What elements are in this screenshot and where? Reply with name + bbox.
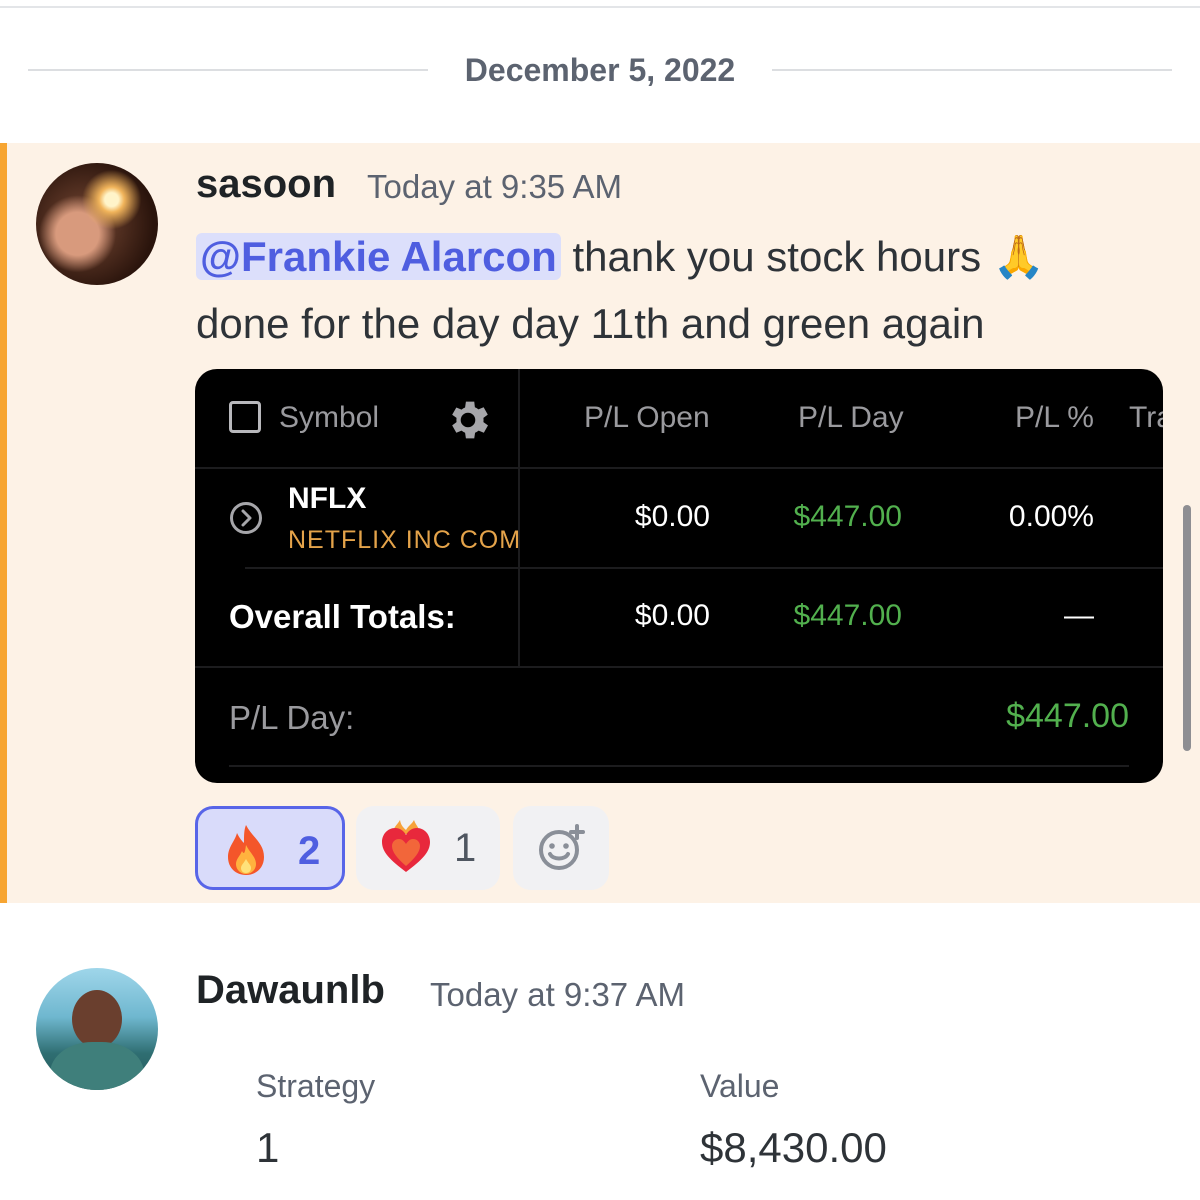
header-pl-day: P/L Day — [798, 401, 904, 434]
pray-emoji: 🙏 — [992, 232, 1046, 281]
totals-pl-open: $0.00 — [634, 599, 710, 632]
totals-pl-day: $447.00 — [793, 599, 902, 632]
header-pl-pct: P/L % — [1015, 401, 1094, 434]
message-text-line2: done for the day day 11th and green agai… — [196, 300, 985, 347]
timestamp[interactable]: Today at 9:35 AM — [367, 168, 622, 206]
column-label-strategy: Strategy — [256, 1068, 376, 1104]
message-text-line1: @Frankie Alarcon thank you stock hours 🙏 — [196, 232, 1045, 282]
header-symbol: Symbol — [279, 401, 380, 434]
add-reaction-button[interactable] — [513, 806, 609, 890]
divider-rule-right — [772, 69, 1172, 71]
totals-label: Overall Totals: — [229, 598, 456, 635]
avatar-dawaunlb[interactable] — [36, 968, 158, 1090]
row-pl-open: $0.00 — [634, 500, 710, 533]
heart-on-fire-icon — [382, 820, 430, 872]
username-dawaunlb[interactable]: Dawaunlb — [196, 968, 385, 1013]
totals-pl-pct: — — [1064, 599, 1094, 632]
row-symbol: NFLX — [288, 482, 367, 515]
value-amount: $8,430.00 — [700, 1124, 887, 1171]
row-pl-day: $447.00 — [793, 500, 902, 533]
avatar-sasoon[interactable] — [36, 163, 158, 285]
reaction-fire[interactable]: 2 — [195, 806, 345, 890]
row-divider — [195, 467, 1163, 469]
gear-icon — [452, 401, 488, 439]
reaction-count: 1 — [454, 826, 477, 870]
row-divider — [229, 765, 1129, 767]
top-border — [0, 6, 1200, 8]
footer-pl-day-label: P/L Day: — [229, 699, 355, 736]
date-divider: December 5, 2022 — [28, 40, 1172, 100]
header-pl-open: P/L Open — [584, 401, 710, 434]
avatar-shirt — [50, 1042, 144, 1090]
timestamp[interactable]: Today at 9:37 AM — [430, 976, 685, 1014]
reaction-heart-on-fire[interactable]: 1 — [356, 806, 500, 890]
footer-pl-day-value: $447.00 — [1006, 697, 1129, 735]
row-pl-pct: 0.00% — [1008, 500, 1094, 533]
row-company-name: NETFLIX INC COM — [288, 526, 522, 554]
row-divider — [195, 666, 1163, 668]
avatar-face — [72, 990, 122, 1048]
select-all-checkbox — [229, 401, 261, 433]
header-trade-cut: Tra — [1129, 401, 1163, 434]
scrollbar-thumb[interactable] — [1183, 505, 1191, 751]
reaction-count: 2 — [298, 829, 321, 873]
expand-circle-icon — [230, 502, 262, 534]
user-mention[interactable]: @Frankie Alarcon — [196, 233, 561, 280]
fire-icon — [228, 825, 264, 875]
column-label-value: Value — [700, 1068, 780, 1104]
message-text-fragment: thank you stock hours — [560, 233, 993, 280]
image-attachment[interactable]: Symbol P/L Open P/L Day P/L % Tra NFLX N… — [195, 369, 1163, 783]
column-divider — [518, 369, 520, 666]
username-sasoon[interactable]: sasoon — [196, 162, 336, 207]
add-reaction-icon — [539, 824, 585, 870]
row-divider — [245, 567, 1163, 569]
strategy-value: 1 — [256, 1124, 280, 1171]
